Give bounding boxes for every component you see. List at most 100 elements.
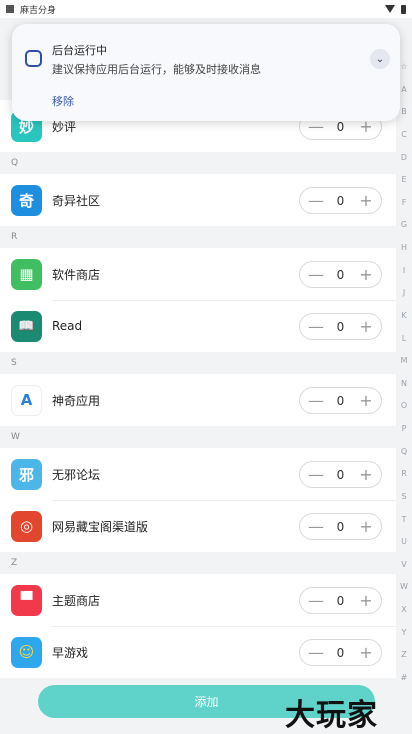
app-status-icon [6,5,14,13]
quantity-value: 0 [336,193,345,208]
alphabet-index-letter[interactable]: N [401,379,407,388]
section-header-s: S [0,352,396,374]
alphabet-index-letter[interactable]: H [401,243,407,252]
app-name: 软件商店 [52,267,101,282]
quantity-value: 0 [336,593,345,608]
quantity-value: 0 [336,393,345,408]
app-name: 奇异社区 [52,193,101,208]
app-row[interactable]: 📖 Read — 0 + [0,300,396,352]
app-name: 神奇应用 [52,393,101,408]
quantity-value: 0 [336,267,345,282]
app-row[interactable]: 邪 无邪论坛 — 0 + [0,448,396,500]
quantity-stepper: — 0 + [299,639,382,666]
app-icon-wuxie: 邪 [11,458,42,490]
quantity-stepper: — 0 + [299,587,382,614]
quantity-stepper: — 0 + [299,513,382,540]
alphabet-index-letter[interactable]: F [402,198,407,207]
alphabet-index-letter[interactable]: C [401,130,407,139]
status-bar: 麻吉分身 [0,0,412,18]
plus-button[interactable]: + [359,192,373,209]
minus-button[interactable]: — [308,266,324,283]
app-list: 妙 妙评 — 0 + Q 奇 奇异社区 — 0 + R ▦ 软件商店 — 0 +… [0,100,396,678]
app-name: 网易藏宝阁渠道版 [52,519,149,534]
app-icon-store: ▦ [11,258,42,290]
app-row[interactable]: ◎ 网易藏宝阁渠道版 — 0 + [0,500,396,552]
app-icon-qiyi: 奇 [11,184,42,216]
quantity-stepper: — 0 + [299,187,382,214]
watermark-text: 大玩家 [285,698,378,733]
app-name: Read [52,319,83,333]
alphabet-index-letter[interactable]: A [401,85,406,94]
alphabet-index-letter[interactable]: W [400,582,408,591]
alphabet-index-letter[interactable]: B [401,107,407,116]
quantity-stepper: — 0 + [299,261,382,288]
quantity-value: 0 [336,119,345,134]
app-row[interactable]: ☺ 早游戏 — 0 + [0,626,396,678]
app-icon-zao: ☺ [11,636,42,668]
alphabet-index-letter[interactable]: P [402,424,407,433]
quantity-stepper: — 0 + [299,461,382,488]
plus-button[interactable]: + [359,518,373,535]
app-name: 无邪论坛 [52,467,101,482]
app-icon-netease: ◎ [11,510,42,542]
app-icon-read: 📖 [11,310,42,342]
alphabet-index-letter[interactable]: Q [401,447,407,456]
alphabet-index-letter[interactable]: V [401,560,406,569]
app-row[interactable]: 奇 奇异社区 — 0 + [0,174,396,226]
quantity-value: 0 [336,319,345,334]
alphabet-index-letter[interactable]: D [401,153,407,162]
minus-button[interactable]: — [308,644,324,661]
remove-button[interactable]: 移除 [52,93,74,109]
quantity-value: 0 [336,645,345,660]
minus-button[interactable]: — [308,518,324,535]
minus-button[interactable]: — [308,392,324,409]
quantity-stepper: — 0 + [299,313,382,340]
alphabet-index-letter[interactable]: L [402,334,406,343]
minus-button[interactable]: — [308,318,324,335]
app-row[interactable]: A 神奇应用 — 0 + [0,374,396,426]
alphabet-index-letter[interactable]: Z [401,650,406,659]
alphabet-index-letter[interactable]: M [401,356,408,365]
quantity-stepper: — 0 + [299,387,382,414]
quantity-value: 0 [336,519,345,534]
section-header-q: Q [0,152,396,174]
app-name: 主题商店 [52,593,101,608]
alphabet-index-letter[interactable]: K [401,311,406,320]
plus-button[interactable]: + [359,318,373,335]
alphabet-index-letter[interactable]: U [401,537,407,546]
quantity-value: 0 [336,467,345,482]
minus-button[interactable]: — [308,192,324,209]
alphabet-index-letter[interactable]: G [401,220,407,229]
app-row[interactable]: ▦ 软件商店 — 0 + [0,248,396,300]
alphabet-index-letter[interactable]: Y [402,628,407,637]
minus-button[interactable]: — [308,466,324,483]
alphabet-index-letter[interactable]: J [403,288,405,297]
plus-button[interactable]: + [359,644,373,661]
app-name: 早游戏 [52,645,89,660]
alphabet-index-letter[interactable]: O [401,401,407,410]
app-row[interactable]: ▀ 主题商店 — 0 + [0,574,396,626]
wifi-icon [385,5,395,13]
alphabet-index-letter[interactable]: ☆ [400,62,407,71]
alphabet-index-letter[interactable]: R [401,469,407,478]
alphabet-index-letter[interactable]: I [403,266,405,275]
alphabet-index-letter[interactable]: X [401,605,406,614]
alphabet-index-letter[interactable]: E [401,175,406,184]
alphabet-index[interactable]: ☆ A B C D E F G H I J K L M N O P Q R S T U V W X Y Z # [396,62,412,682]
chevron-down-icon[interactable]: ⌄ [370,49,390,69]
alphabet-index-letter[interactable]: T [402,515,407,524]
app-icon-theme: ▀ [11,584,42,616]
plus-button[interactable]: + [359,592,373,609]
notification-card[interactable]: 后台运行中 建议保持应用后台运行，能够及时接收消息 移除 ⌄ [12,24,400,121]
section-header-w: W [0,426,396,448]
app-icon-magic: A [11,384,42,416]
battery-icon [401,4,406,14]
plus-button[interactable]: + [359,392,373,409]
alphabet-index-letter[interactable]: S [401,492,406,501]
plus-button[interactable]: + [359,266,373,283]
notification-title: 后台运行中 [52,44,107,57]
alphabet-index-letter[interactable]: # [401,673,408,682]
plus-button[interactable]: + [359,466,373,483]
notification-body: 建议保持应用后台运行，能够及时接收消息 [52,63,261,76]
minus-button[interactable]: — [308,592,324,609]
